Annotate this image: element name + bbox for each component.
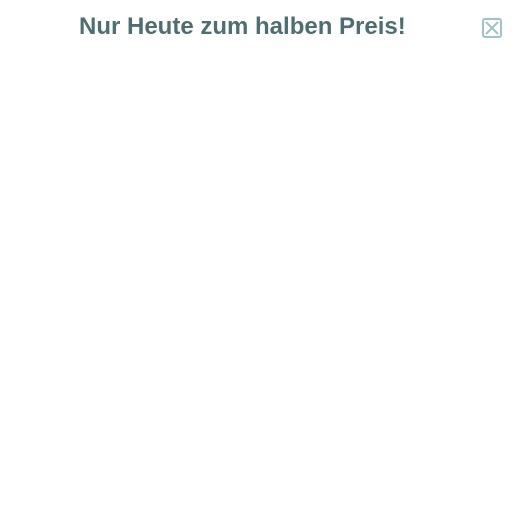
close-button[interactable] bbox=[482, 18, 502, 38]
promo-headline: Nur Heute zum halben Preis! bbox=[79, 13, 406, 40]
close-x-box-icon bbox=[482, 18, 502, 38]
popup-body bbox=[0, 56, 521, 521]
promo-popup: Nur Heute zum halben Preis! bbox=[0, 0, 521, 521]
popup-header: Nur Heute zum halben Preis! bbox=[0, 0, 521, 56]
